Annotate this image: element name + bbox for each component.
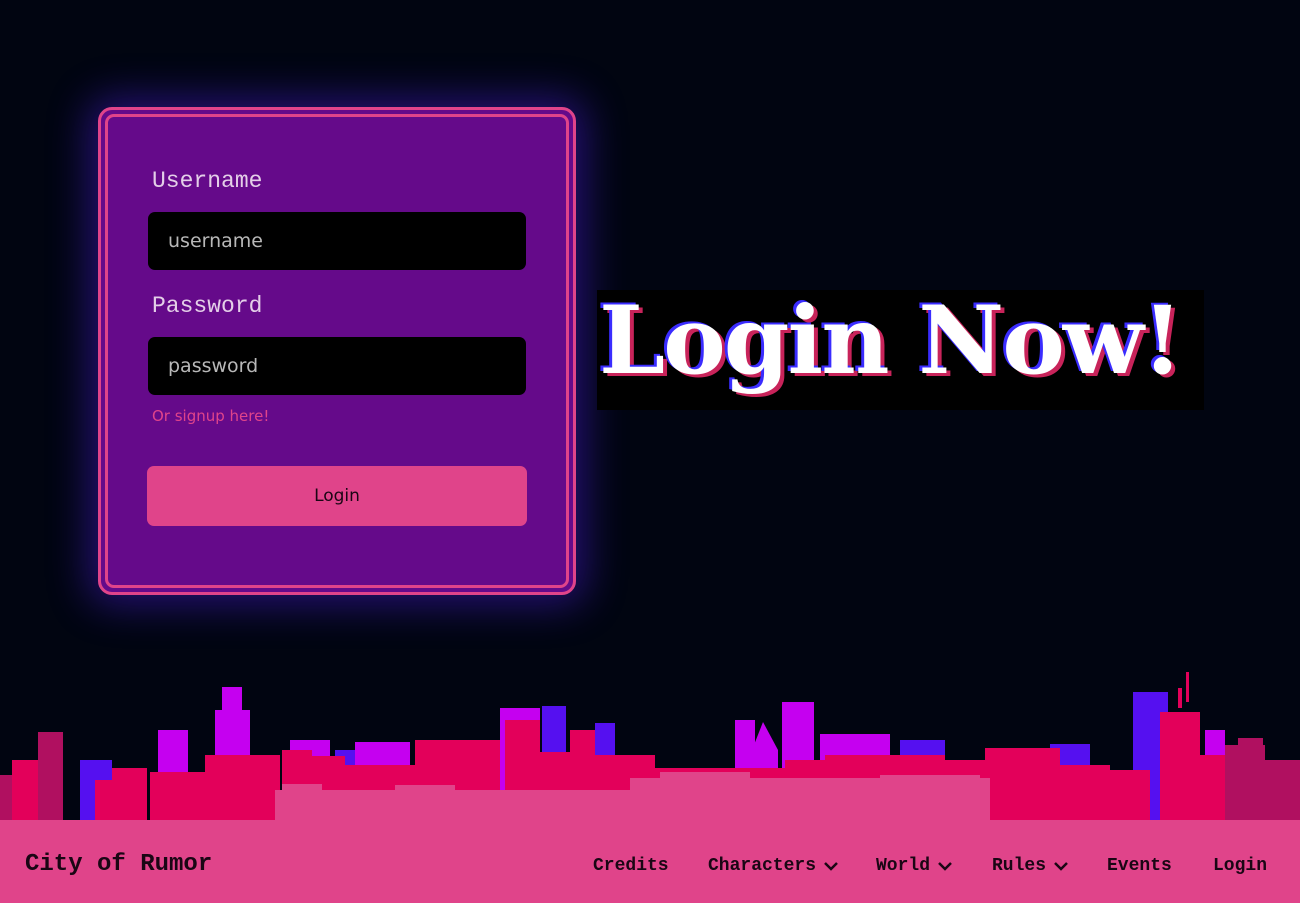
username-label: Username <box>152 168 263 194</box>
nav-item-rules[interactable]: Rules <box>992 856 1068 876</box>
nav-item-label: Login <box>1213 856 1268 876</box>
brand-logo[interactable]: City of Rumor <box>25 851 212 878</box>
nav-item-label: Events <box>1107 856 1172 876</box>
chevron-down-icon <box>1054 862 1068 871</box>
nav-item-credits[interactable]: Credits <box>593 856 669 876</box>
signup-link[interactable]: Or signup here! <box>152 407 269 425</box>
nav-item-label: Rules <box>992 856 1047 876</box>
city-skyline-illustration <box>0 672 1300 830</box>
nav-item-label: World <box>876 856 931 876</box>
password-label: Password <box>152 293 263 319</box>
nav-item-world[interactable]: World <box>876 856 952 876</box>
chevron-down-icon <box>938 862 952 871</box>
password-input[interactable] <box>148 337 526 395</box>
nav-item-label: Credits <box>593 856 669 876</box>
nav-item-characters[interactable]: Characters <box>708 856 838 876</box>
login-now-banner: Login Now! <box>597 290 1204 410</box>
footer-navbar: City of Rumor Credits Characters World R… <box>0 826 1300 903</box>
nav-item-login[interactable]: Login <box>1213 856 1267 876</box>
username-input[interactable] <box>148 212 526 270</box>
chevron-down-icon <box>824 862 838 871</box>
nav-item-label: Characters <box>708 856 817 876</box>
nav-item-events[interactable]: Events <box>1107 856 1172 876</box>
login-button[interactable]: Login <box>147 466 527 526</box>
banner-text: Login Now! <box>599 290 1183 396</box>
